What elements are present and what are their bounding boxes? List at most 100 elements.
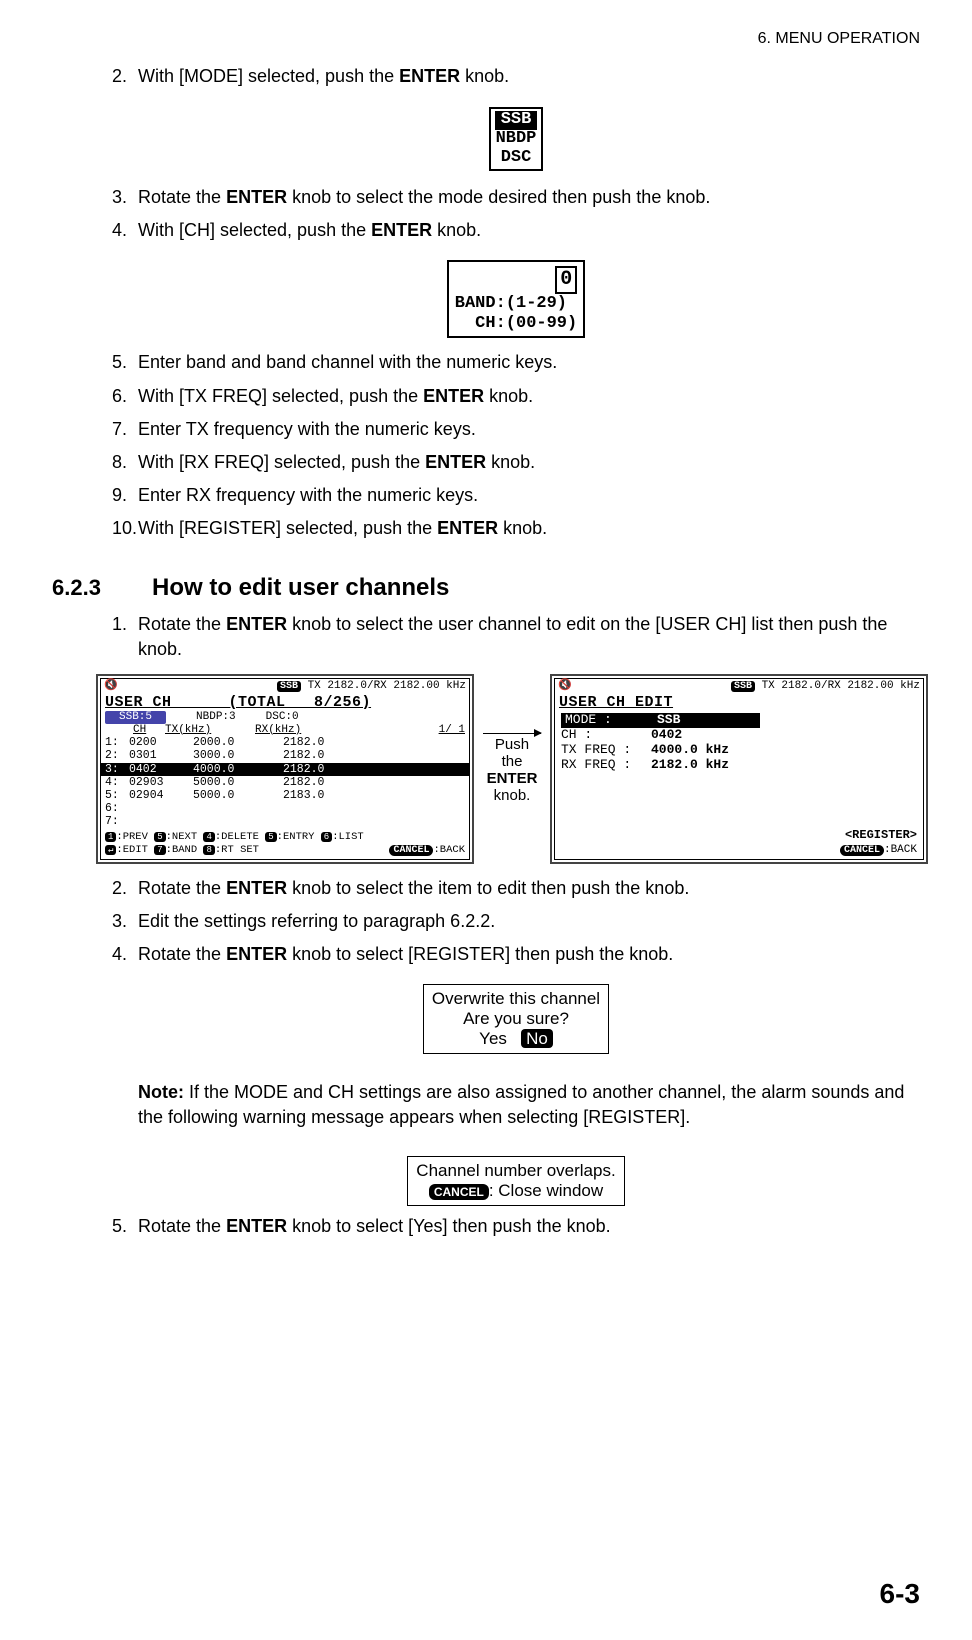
overwrite-dialog: Overwrite this channel Are you sure? Yes… [423,984,609,1054]
dialog-line: Channel number overlaps. [416,1161,615,1181]
ssb-badge: SSB [731,681,755,692]
steps-3-4: 3. Rotate the ENTER knob to select the m… [112,185,920,243]
step-5-edit: 5.Rotate the ENTER knob to select [Yes] … [112,1214,920,1239]
edit-field[interactable]: RX FREQ :2182.0 kHz [561,758,917,773]
cancel-icon: CANCEL [840,845,884,856]
ssb-badge: SSB [277,681,301,692]
table-row[interactable]: 7: [101,815,469,828]
key-icon: 5 [265,832,276,842]
register-button[interactable]: <REGISTER> [555,825,923,845]
step: 8.With [RX FREQ] selected, push the ENTE… [112,450,920,475]
mode-option: DSC [501,148,532,167]
step-1-edit: 1.Rotate the ENTER knob to select the us… [112,612,920,662]
step: 4.Rotate the ENTER knob to select [REGIS… [112,942,920,967]
step: 3. Rotate the ENTER knob to select the m… [112,185,920,210]
freq-readout: TX 2182.0/RX 2182.00 kHz [762,680,920,692]
mode-ssb-sel: SSB [495,111,538,130]
steps-2: 2. With [MODE] selected, push the ENTER … [112,64,920,89]
chapter-header: 6. MENU OPERATION [52,30,920,48]
step: 9.Enter RX frequency with the numeric ke… [112,483,920,508]
step-text: With [REGISTER] selected, push the ENTER… [138,516,547,541]
footer-keys-1: 1:PREV 5:NEXT 4:DELETE 5:ENTRY 6:LIST ↵:… [101,829,469,859]
tab-dsc[interactable]: DSC:0 [266,711,299,724]
step-text: Rotate the ENTER knob to select the item… [138,876,689,901]
edit-field[interactable]: MODE :SSB [561,713,917,728]
freq-readout: TX 2182.0/RX 2182.00 kHz [308,680,466,692]
table-row[interactable]: 2:0301 3000.0 2182.0 [101,749,469,762]
step: 2. With [MODE] selected, push the ENTER … [112,64,920,89]
step: 5.Rotate the ENTER knob to select [Yes] … [112,1214,920,1239]
steps-2-4-edit: 2.Rotate the ENTER knob to select the it… [112,876,920,968]
step-text: With [TX FREQ] selected, push the ENTER … [138,384,533,409]
step: 10.With [REGISTER] selected, push the EN… [112,516,920,541]
step: 5.Enter band and band channel with the n… [112,350,920,375]
edit-field[interactable]: TX FREQ :4000.0 kHz [561,743,917,758]
dialog-line: Are you sure? [432,1009,600,1029]
table-row[interactable]: 4:02903 5000.0 2182.0 [101,776,469,789]
table-row[interactable]: 6: [101,802,469,815]
dialog-line: : Close window [489,1181,603,1200]
step-text: With [RX FREQ] selected, push the ENTER … [138,450,535,475]
section-title: How to edit user channels [152,574,449,602]
back-label: :BACK [884,844,917,856]
page-number: 6-3 [880,1578,920,1610]
step-num: 2. [112,64,138,89]
steps-5-10: 5.Enter band and band channel with the n… [112,350,920,541]
tab-bar: SSB:5 NBDP:3 DSC:0 [101,711,469,724]
arrow-annotation: Push the ENTER knob. [482,733,542,804]
step-text: Enter band and band channel with the num… [138,350,557,375]
zero-digit: 0 [555,266,577,294]
step: 3.Edit the settings referring to paragra… [112,909,920,934]
step: 4. With [CH] selected, push the ENTER kn… [112,218,920,243]
step-text: With [CH] selected, push the ENTER knob. [138,218,481,243]
step: 7.Enter TX frequency with the numeric ke… [112,417,920,442]
arrow-icon [483,733,541,734]
key-icon: 8 [203,845,214,855]
screen-title: USER CH (TOTAL 8/256) [101,694,469,711]
yes-button[interactable]: Yes [479,1029,507,1048]
speaker-icon: 🔇 [558,680,572,693]
band-ch-box: 0 BAND:(1-29) CH:(00-99) [447,260,585,339]
table-row[interactable]: 5:02904 5000.0 2183.0 [101,789,469,802]
step-text: With [MODE] selected, push the ENTER kno… [138,64,509,89]
step-text: Rotate the ENTER knob to select [Yes] th… [138,1214,611,1239]
band-line2: CH:(00-99) [455,314,577,334]
speaker-icon: 🔇 [104,680,118,693]
key-icon: 4 [203,832,214,842]
step-text: Rotate the ENTER knob to select the user… [138,612,920,662]
key-icon: 1 [105,832,116,842]
step-num: 4. [112,218,138,243]
tab-nbdp[interactable]: NBDP:3 [196,711,236,724]
edit-field[interactable]: CH :0402 [561,728,917,743]
step: 2.Rotate the ENTER knob to select the it… [112,876,920,901]
mode-option: NBDP [496,129,537,148]
user-ch-list-screen: 🔇 SSB TX 2182.0/RX 2182.00 kHz USER CH (T… [96,674,474,864]
screen-title: USER CH EDIT [555,694,923,711]
step-text: Edit the settings referring to paragraph… [138,909,495,934]
table-row[interactable]: 3:0402 4000.0 2182.0 [101,763,469,776]
key-icon: 7 [154,845,165,855]
dialog-line: Overwrite this channel [432,989,600,1009]
key-icon: 5 [154,832,165,842]
section-number: 6.2.3 [52,575,152,601]
step-text: Rotate the ENTER knob to select [REGISTE… [138,942,673,967]
step-text: Rotate the ENTER knob to select the mode… [138,185,710,210]
step: 6.With [TX FREQ] selected, push the ENTE… [112,384,920,409]
step-text: Enter TX frequency with the numeric keys… [138,417,476,442]
column-headers: CH TX(kHz) RX(kHz) 1/ 1 [101,724,469,737]
no-button[interactable]: No [521,1029,553,1048]
step: 1.Rotate the ENTER knob to select the us… [112,612,920,662]
tab-ssb[interactable]: SSB:5 [105,711,166,724]
key-icon: 6 [321,832,332,842]
key-icon: ↵ [105,845,116,855]
step-num: 3. [112,185,138,210]
note-text: Note: If the MODE and CH settings are al… [138,1080,920,1130]
band-line1: BAND:(1-29) [455,294,577,314]
cancel-icon: CANCEL [389,845,433,856]
overlap-dialog: Channel number overlaps. CANCEL: Close w… [407,1156,624,1206]
cancel-icon: CANCEL [429,1184,489,1200]
user-ch-edit-screen: 🔇 SSB TX 2182.0/RX 2182.00 kHz USER CH ED… [550,674,928,864]
mode-select-box: SSB NBDP DSC [489,107,544,171]
page: 6. MENU OPERATION 2. With [MODE] selecte… [0,0,972,1640]
table-row[interactable]: 1:0200 2000.0 2182.0 [101,736,469,749]
